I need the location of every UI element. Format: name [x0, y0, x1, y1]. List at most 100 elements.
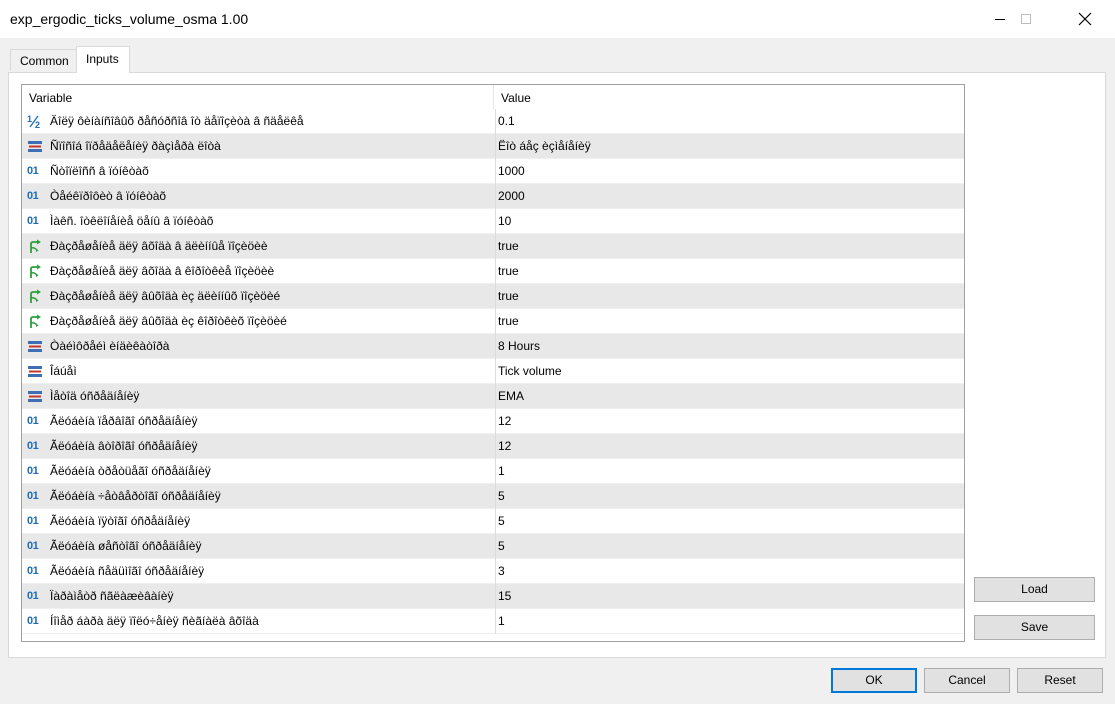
variable-name: Ãëóáèíà ïåðâîãî óñðåäíåíèÿ — [50, 414, 198, 428]
window-title: exp_ergodic_ticks_volume_osma 1.00 — [10, 11, 249, 27]
variable-value[interactable]: 5 — [495, 484, 958, 509]
table-row[interactable]: Ðàçðåøåíèå äëÿ âõîäà â êîðîòêèå ïîçèöèè t… — [22, 259, 964, 284]
grid-rows: 1 2 Äîëÿ ôèíàíñîâûõ ðåñóðñîâ îò äåïîçèòà â… — [22, 109, 964, 634]
bool-icon — [27, 289, 43, 304]
bool-icon — [27, 264, 43, 279]
svg-text:2: 2 — [35, 120, 40, 129]
parameters-grid: Variable Value 1 2 Äîëÿ ôèíàíñîâûõ ðåñóðñî… — [21, 84, 965, 642]
variable-name: Ãëóáèíà ñåäüìîãî óñðåäíåíèÿ — [50, 564, 205, 578]
column-header-variable[interactable]: Variable — [22, 85, 494, 109]
int-icon: 01 — [27, 415, 39, 427]
variable-value[interactable]: 0.1 — [495, 109, 958, 134]
variable-name: Íîìåð áàðà äëÿ ïîëó÷åíèÿ ñèãíàëà âõîäà — [50, 614, 259, 628]
variable-value[interactable]: 5 — [495, 509, 958, 534]
save-button[interactable]: Save — [974, 615, 1095, 640]
variable-value[interactable]: 5 — [495, 534, 958, 559]
tab-common[interactable]: Common — [10, 49, 80, 71]
table-row[interactable]: 01 Ìàêñ. îòêëîíåíèå öåíû â ïóíêòàõ 10 — [22, 209, 964, 234]
variable-value[interactable]: 3 — [495, 559, 958, 584]
table-row[interactable]: 01 Ãëóáèíà âòîðîãî óñðåäíåíèÿ 12 — [22, 434, 964, 459]
table-row[interactable]: 01 Ãëóáèíà øåñòîãî óñðåäíåíèÿ 5 — [22, 534, 964, 559]
variable-value[interactable]: 12 — [495, 409, 958, 434]
variable-name: Ñòîïëîññ â ïóíêòàõ — [50, 164, 149, 178]
variable-name: Ãëóáèíà ÷åòâåðòîãî óñðåäíåíèÿ — [50, 489, 221, 503]
enum-icon — [27, 139, 43, 154]
table-row[interactable]: 01 Ãëóáèíà ïÿòîãî óñðåäíåíèÿ 5 — [22, 509, 964, 534]
variable-value[interactable]: Tick volume — [495, 359, 958, 384]
variable-name: Ñïîñîá îïðåäåëåíèÿ ðàçìåðà ëîòà — [50, 139, 221, 153]
variable-name: Òàéìôðåéì èíäèêàòîðà — [50, 339, 170, 353]
variable-name: Äîëÿ ôèíàíñîâûõ ðåñóðñîâ îò äåïîçèòà â ñ… — [50, 114, 304, 128]
table-row[interactable]: Îáúåì Tick volume — [22, 359, 964, 384]
variable-name: Ðàçðåøåíèå äëÿ âûõîäà èç êîðîòêèõ ïîçèöè… — [50, 314, 287, 328]
variable-value[interactable]: 15 — [495, 584, 958, 609]
table-row[interactable]: 1 2 Äîëÿ ôèíàíñîâûõ ðåñóðñîâ îò äåïîçèòà â… — [22, 109, 964, 134]
variable-name: Ìåòîä óñðåäíåíèÿ — [50, 389, 140, 403]
variable-value[interactable]: 1 — [495, 459, 958, 484]
variable-value[interactable]: 2000 — [495, 184, 958, 209]
bool-icon — [27, 314, 43, 329]
table-row[interactable]: 01 Ïàðàìåòð ñãëàæèâàíèÿ 15 — [22, 584, 964, 609]
table-row[interactable]: Ðàçðåøåíèå äëÿ âûõîäà èç äëèííûõ ïîçèöèé… — [22, 284, 964, 309]
int-icon: 01 — [27, 165, 39, 177]
column-header-value[interactable]: Value — [494, 85, 964, 109]
close-icon — [1078, 12, 1092, 26]
int-icon: 01 — [27, 465, 39, 477]
variable-name: Ðàçðåøåíèå äëÿ âûõîäà èç äëèííûõ ïîçèöèé — [50, 289, 281, 303]
table-row[interactable]: Ðàçðåøåíèå äëÿ âõîäà â äëèííûå ïîçèöèè tr… — [22, 234, 964, 259]
int-icon: 01 — [27, 215, 39, 227]
int-icon: 01 — [27, 190, 39, 202]
tab-inputs[interactable]: Inputs — [76, 46, 130, 73]
ok-button[interactable]: OK — [831, 668, 917, 693]
table-row[interactable]: 01 Íîìåð áàðà äëÿ ïîëó÷åíèÿ ñèãíàëà âõîäà… — [22, 609, 964, 634]
maximize-button[interactable] — [1003, 0, 1049, 38]
cancel-button[interactable]: Cancel — [924, 668, 1010, 693]
variable-name: Ðàçðåøåíèå äëÿ âõîäà â äëèííûå ïîçèöèè — [50, 239, 268, 253]
table-row[interactable]: 01 Ãëóáèíà ïåðâîãî óñðåäíåíèÿ 12 — [22, 409, 964, 434]
variable-value[interactable]: 10 — [495, 209, 958, 234]
title-bar: exp_ergodic_ticks_volume_osma 1.00 — [0, 0, 1115, 38]
svg-text:1: 1 — [27, 114, 32, 124]
table-row[interactable]: 01 Ãëóáèíà ÷åòâåðòîãî óñðåäíåíèÿ 5 — [22, 484, 964, 509]
table-row[interactable]: Òàéìôðåéì èíäèêàòîðà 8 Hours — [22, 334, 964, 359]
int-icon: 01 — [27, 590, 39, 602]
table-row[interactable]: 01 Ñòîïëîññ â ïóíêòàõ 1000 — [22, 159, 964, 184]
variable-value[interactable]: true — [495, 309, 958, 334]
fraction-icon: 12 — [27, 114, 43, 130]
load-button[interactable]: Load — [974, 577, 1095, 602]
variable-value[interactable]: Ëîò áåç èçìåíåíèÿ — [495, 134, 958, 159]
variable-name: Ãëóáèíà øåñòîãî óñðåäíåíèÿ — [50, 539, 202, 553]
int-icon: 01 — [27, 615, 39, 627]
int-icon: 01 — [27, 565, 39, 577]
reset-button[interactable]: Reset — [1017, 668, 1103, 693]
variable-value[interactable]: true — [495, 259, 958, 284]
variable-name: Ðàçðåøåíèå äëÿ âõîäà â êîðîòêèå ïîçèöèè — [50, 264, 275, 278]
table-row[interactable]: 01 Òåéêïðîôèò â ïóíêòàõ 2000 — [22, 184, 964, 209]
variable-name: Ïàðàìåòð ñãëàæèâàíèÿ — [50, 589, 174, 603]
variable-value[interactable]: 1000 — [495, 159, 958, 184]
table-row[interactable]: Ñïîñîá îïðåäåëåíèÿ ðàçìåðà ëîòà Ëîò áåç è… — [22, 134, 964, 159]
close-button[interactable] — [1062, 0, 1108, 38]
variable-value[interactable]: EMA — [495, 384, 958, 409]
variable-value[interactable]: 1 — [495, 609, 958, 634]
table-row[interactable]: Ìåòîä óñðåäíåíèÿ EMA — [22, 384, 964, 409]
variable-value[interactable]: 12 — [495, 434, 958, 459]
table-row[interactable]: 01 Ãëóáèíà ñåäüìîãî óñðåäíåíèÿ 3 — [22, 559, 964, 584]
int-icon: 01 — [27, 490, 39, 502]
int-icon: 01 — [27, 440, 39, 452]
table-row[interactable]: Ðàçðåøåíèå äëÿ âûõîäà èç êîðîòêèõ ïîçèöè… — [22, 309, 964, 334]
bool-icon — [27, 239, 43, 254]
table-row[interactable]: 01 Ãëóáèíà òðåòüåãî óñðåäíåíèÿ 1 — [22, 459, 964, 484]
int-icon: 01 — [27, 540, 39, 552]
variable-name: Ãëóáèíà âòîðîãî óñðåäíåíèÿ — [50, 439, 198, 453]
enum-icon — [27, 339, 43, 354]
int-icon: 01 — [27, 515, 39, 527]
variable-name: Îáúåì — [50, 364, 77, 378]
variable-value[interactable]: true — [495, 284, 958, 309]
variable-name: Ãëóáèíà òðåòüåãî óñðåäíåíèÿ — [50, 464, 211, 478]
variable-name: Òåéêïðîôèò â ïóíêòàõ — [50, 189, 167, 203]
variable-name: Ãëóáèíà ïÿòîãî óñðåäíåíèÿ — [50, 514, 191, 528]
variable-value[interactable]: true — [495, 234, 958, 259]
variable-value[interactable]: 8 Hours — [495, 334, 958, 359]
variable-name: Ìàêñ. îòêëîíåíèå öåíû â ïóíêòàõ — [50, 214, 214, 228]
